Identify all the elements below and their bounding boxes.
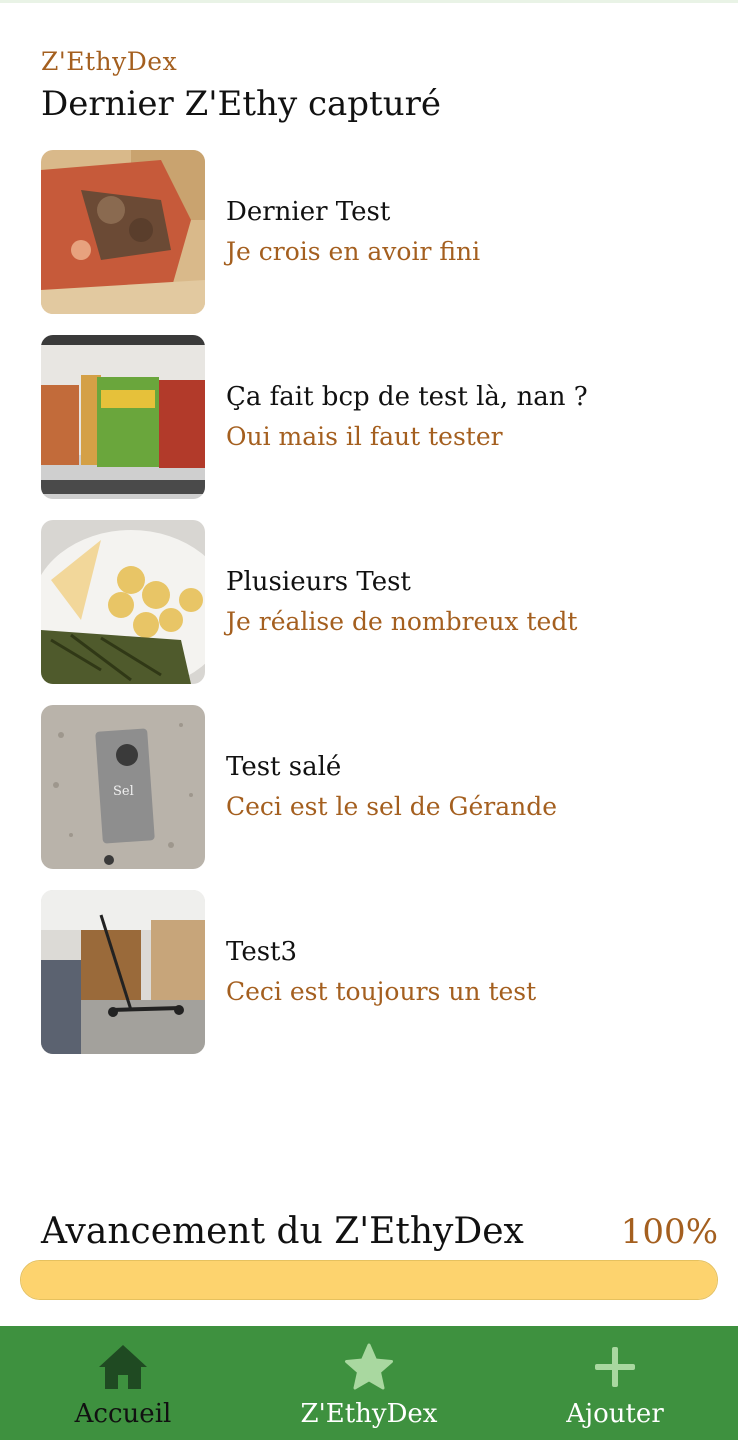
- nav-accueil[interactable]: Accueil: [0, 1326, 246, 1440]
- progress-bar-fill: [21, 1261, 717, 1299]
- nav-ajouter[interactable]: Ajouter: [492, 1326, 738, 1440]
- nav-label-accueil: Accueil: [74, 1399, 172, 1429]
- nav-zethydex[interactable]: Z'EthyDex: [246, 1326, 492, 1440]
- svg-text:Sel: Sel: [113, 784, 134, 799]
- bookshelf-photo: [41, 335, 205, 499]
- progress-label: Avancement du Z'EthyDex: [41, 1211, 524, 1252]
- item-title: Test salé: [226, 752, 342, 782]
- item-title: Plusieurs Test: [226, 567, 411, 597]
- item-subtitle: Oui mais il faut tester: [226, 422, 503, 451]
- progress-section: Avancement du Z'EthyDex 100%: [20, 1208, 718, 1300]
- app-name: Z'EthyDex: [41, 47, 178, 76]
- header: Z'EthyDex Dernier Z'Ethy capturé: [41, 46, 441, 126]
- list-item[interactable]: Dernier Test Je crois en avoir fini: [41, 150, 721, 314]
- home-icon: [96, 1342, 150, 1392]
- nav-label-ajouter: Ajouter: [566, 1399, 664, 1429]
- list-item[interactable]: Test3 Ceci est toujours un test: [41, 890, 721, 1054]
- item-subtitle: Je crois en avoir fini: [226, 237, 481, 266]
- plus-icon: [588, 1342, 642, 1392]
- list-item[interactable]: Ça fait bcp de test là, nan ? Oui mais i…: [41, 335, 721, 499]
- list-item[interactable]: Sel Test salé Ceci est le sel de Gérande: [41, 705, 721, 869]
- pizza-photo: [41, 150, 205, 314]
- item-subtitle: Ceci est le sel de Gérande: [226, 792, 558, 821]
- food-plate-photo: [41, 520, 205, 684]
- item-subtitle: Je réalise de nombreux tedt: [226, 607, 578, 636]
- salt-packet-photo: Sel: [41, 705, 205, 869]
- room-photo: [41, 890, 205, 1054]
- item-title: Test3: [226, 937, 298, 967]
- nav-label-zethydex: Z'EthyDex: [300, 1399, 438, 1429]
- progress-bar: [20, 1260, 718, 1300]
- bottom-navigation: Accueil Z'EthyDex Ajouter: [0, 1326, 738, 1440]
- status-divider: [0, 0, 738, 3]
- progress-value: 100%: [620, 1212, 718, 1252]
- item-title: Ça fait bcp de test là, nan ?: [226, 382, 588, 412]
- captured-list: Dernier Test Je crois en avoir fini Ça f…: [41, 150, 721, 1075]
- item-subtitle: Ceci est toujours un test: [226, 977, 537, 1006]
- star-icon: [342, 1342, 396, 1392]
- list-item[interactable]: Plusieurs Test Je réalise de nombreux te…: [41, 520, 721, 684]
- page-title: Dernier Z'Ethy capturé: [41, 84, 441, 124]
- item-title: Dernier Test: [226, 197, 391, 227]
